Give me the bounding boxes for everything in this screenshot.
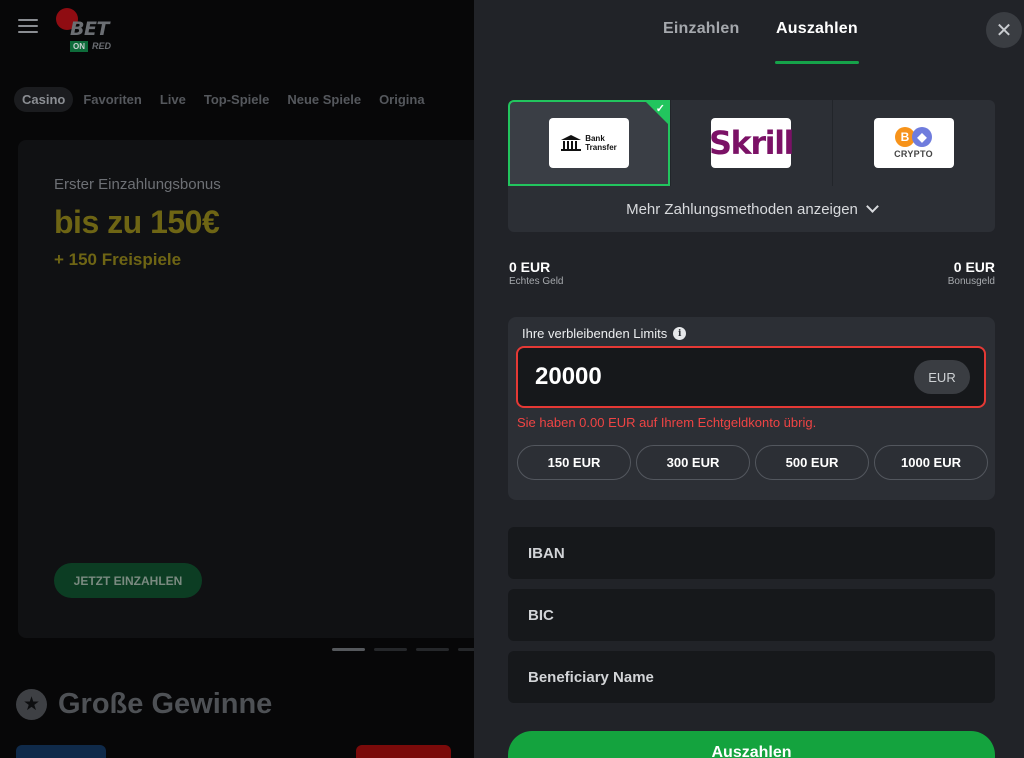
iban-input[interactable] [508, 527, 995, 579]
bank-icon [561, 135, 582, 151]
amount-input[interactable] [535, 360, 895, 394]
more-payment-methods-button[interactable]: Mehr Zahlungsmethoden anzeigen [508, 186, 995, 232]
quick-amounts: 150 EUR 300 EUR 500 EUR 1000 EUR [517, 445, 988, 480]
section-title: Große Gewinne [58, 688, 273, 720]
game-thumbnail[interactable] [16, 745, 106, 758]
withdraw-button[interactable]: Auszahlen [508, 731, 995, 758]
limits-title: Ihre verbleibenden Limits i [522, 326, 687, 341]
amount-error: Sie haben 0.00 EUR auf Ihrem Echtgeldkon… [517, 415, 817, 430]
carousel-dot[interactable] [458, 648, 474, 651]
chevron-down-icon [866, 200, 879, 213]
real-money-balance: 0 EUR Echtes Geld [509, 259, 563, 287]
method-crypto[interactable]: B ◆ CRYPTO [832, 100, 995, 186]
currency-badge: EUR [914, 360, 970, 394]
ethereum-icon: ◆ [912, 127, 932, 147]
tab-deposit[interactable]: Einzahlen [663, 20, 739, 38]
category-top-games[interactable]: Top-Spiele [196, 87, 277, 112]
limits-title-text: Ihre verbleibenden Limits [522, 326, 668, 341]
carousel-dot[interactable] [374, 648, 407, 651]
method-skrill[interactable]: Skrill [670, 100, 832, 186]
logo-red: RED [92, 41, 112, 51]
carousel-dot[interactable] [416, 648, 449, 651]
cashier-tabs: Einzahlen Auszahlen [474, 0, 1024, 64]
skrill-logo: Skrill [709, 118, 795, 168]
bonus-balance: 0 EUR Bonusgeld [948, 259, 995, 287]
category-nav: Casino Favoriten Live Top-Spiele Neue Sp… [14, 87, 433, 112]
logo-on: ON [70, 41, 88, 52]
crypto-label: CRYPTO [894, 149, 933, 159]
logo[interactable]: BET ON RED [56, 8, 136, 52]
bonus-value: 0 EUR [953, 259, 995, 275]
banner-subtitle: Erster Einzahlungsbonus [54, 176, 221, 193]
bonus-label: Bonusgeld [947, 276, 995, 287]
tab-withdraw[interactable]: Auszahlen [776, 20, 858, 38]
category-favorites[interactable]: Favoriten [75, 87, 150, 112]
beneficiary-name-field [508, 651, 995, 703]
active-tab-indicator [775, 61, 859, 64]
iban-field [508, 527, 995, 579]
category-live[interactable]: Live [152, 87, 194, 112]
bank-transfer-logo: Bank Transfer [549, 118, 629, 168]
banner-title: bis zu 150€ [54, 204, 220, 240]
quick-amount-1000[interactable]: 1000 EUR [874, 445, 988, 480]
amount-field: EUR [516, 346, 986, 408]
category-casino[interactable]: Casino [14, 87, 74, 112]
quick-amount-300[interactable]: 300 EUR [636, 445, 750, 480]
method-bank-transfer[interactable]: Bank Transfer ✓ [508, 100, 670, 186]
real-money-value: 0 EUR [509, 259, 551, 275]
menu-icon[interactable] [18, 19, 38, 33]
carousel-dot[interactable] [332, 648, 365, 651]
limits-box: Ihre verbleibenden Limits i EUR Sie habe… [508, 317, 995, 500]
promo-banner: Erster Einzahlungsbonus bis zu 150€ + 15… [18, 140, 474, 638]
check-icon: ✓ [655, 103, 665, 115]
banner-spins: + 150 Freispiele [54, 250, 182, 269]
payment-methods: Bank Transfer ✓ Skrill B ◆ CRYPTO Mehr Z… [508, 100, 995, 232]
category-new-games[interactable]: Neue Spiele [279, 87, 369, 112]
game-thumbnail[interactable] [356, 745, 451, 758]
info-icon[interactable]: i [673, 327, 687, 340]
close-icon[interactable]: ✕ [986, 12, 1022, 48]
deposit-now-button[interactable]: JETZT EINZAHLEN [54, 563, 202, 598]
cashier-panel: Einzahlen Auszahlen ✕ Bank Transfer ✓ Sk… [474, 0, 1024, 758]
background-page: BET ON RED Casino Favoriten Live Top-Spi… [0, 0, 474, 758]
logo-bet: BET [70, 18, 109, 40]
quick-amount-150[interactable]: 150 EUR [517, 445, 631, 480]
category-originals[interactable]: Origina [371, 87, 433, 112]
bank-label-line1: Bank [585, 134, 605, 143]
bank-label-line2: Transfer [585, 143, 617, 152]
more-methods-label: Mehr Zahlungsmethoden anzeigen [626, 200, 858, 218]
real-money-label: Echtes Geld [509, 276, 564, 287]
star-icon: ★ [16, 689, 47, 720]
quick-amount-500[interactable]: 500 EUR [755, 445, 869, 480]
carousel-dots [332, 648, 474, 651]
beneficiary-name-input[interactable] [508, 651, 995, 703]
crypto-logo: B ◆ CRYPTO [873, 118, 954, 168]
bic-input[interactable] [508, 589, 995, 641]
section-header: ★ Große Gewinne [16, 688, 272, 721]
bic-field [508, 589, 995, 641]
